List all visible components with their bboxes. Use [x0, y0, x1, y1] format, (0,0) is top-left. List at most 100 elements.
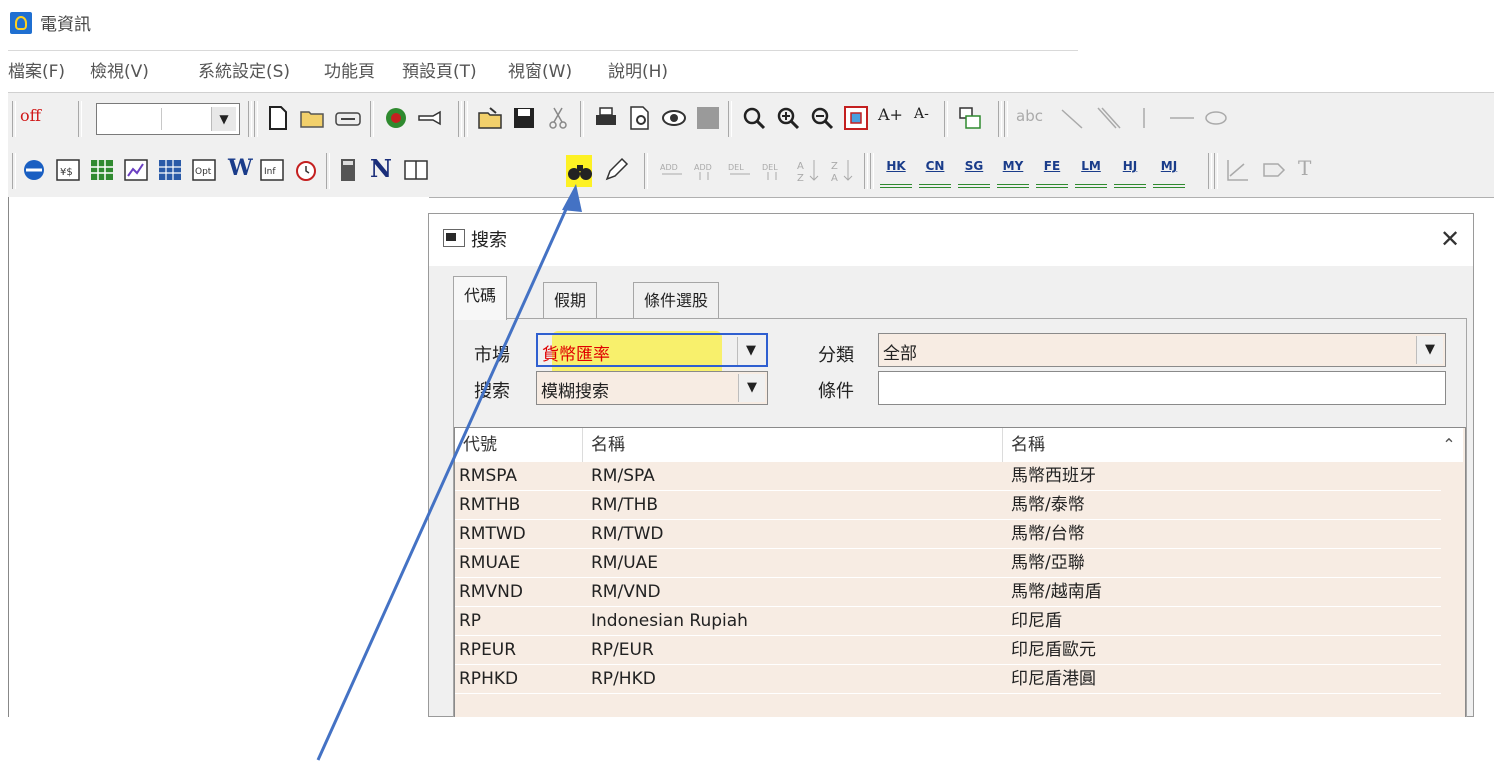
w-button[interactable]: W	[228, 155, 253, 181]
ellipse-icon[interactable]	[1202, 104, 1230, 132]
tab-holiday[interactable]: 假期	[543, 282, 598, 318]
print-icon[interactable]	[592, 104, 620, 132]
table-row[interactable]: RMUAE RM/UAE 馬幣/亞聯	[455, 549, 1441, 578]
table-row[interactable]: RMSPA RM/SPA 馬幣西班牙	[455, 462, 1441, 491]
add-row-icon[interactable]: ADD	[692, 156, 720, 184]
condition-label: 條件	[818, 381, 854, 402]
chevron-down-icon[interactable]: ▼	[1416, 336, 1443, 364]
menu-help[interactable]: 說明(H)	[608, 57, 668, 82]
cell-code: RPEUR	[459, 640, 517, 660]
cell-name-zh: 馬幣/泰幣	[1011, 495, 1085, 515]
news-button[interactable]: N	[370, 154, 392, 183]
menu-window[interactable]: 視窗(W)	[508, 57, 572, 82]
spreadsheet-icon[interactable]	[156, 156, 184, 184]
print-preview-icon[interactable]	[626, 104, 654, 132]
scroll-up-icon[interactable]: ⌃	[1435, 428, 1463, 462]
off-button[interactable]: off	[20, 106, 41, 125]
binoculars-icon[interactable]	[566, 157, 594, 185]
save-icon[interactable]	[510, 104, 538, 132]
menu-function-page[interactable]: 功能頁	[324, 57, 375, 82]
sort-ascending-icon[interactable]: AZ	[794, 156, 822, 184]
calculator-icon[interactable]	[334, 156, 362, 184]
market-button-sg[interactable]: SG	[958, 158, 990, 188]
results-header: 代號 名稱 名稱	[455, 428, 1441, 463]
menu-system-settings[interactable]: 系統設定(S)	[198, 57, 290, 82]
market-select[interactable]: 貨幣匯率 ▼	[536, 333, 768, 367]
chevron-down-icon[interactable]: ▼	[211, 107, 236, 131]
delete-column-icon[interactable]: DEL	[726, 156, 754, 184]
column-header-code[interactable]: 代號	[455, 428, 583, 462]
grid-table-icon[interactable]	[88, 156, 116, 184]
chart-line-icon[interactable]	[1224, 156, 1252, 184]
add-column-icon[interactable]: ADD	[658, 156, 686, 184]
text-tool-button[interactable]: T	[1298, 156, 1311, 180]
robot-icon[interactable]	[382, 104, 410, 132]
grey-block-icon[interactable]	[694, 104, 722, 132]
market-button-hj[interactable]: HJ	[1114, 158, 1146, 188]
category-select[interactable]: 全部 ▼	[878, 333, 1446, 367]
eye-icon[interactable]	[660, 104, 688, 132]
column-header-name-zh[interactable]: 名稱	[1003, 428, 1441, 462]
vertical-line-icon[interactable]	[1130, 104, 1158, 132]
tab-code[interactable]: 代碼	[453, 276, 508, 320]
table-row[interactable]: RMTWD RM/TWD 馬幣/台幣	[455, 520, 1441, 549]
options-icon[interactable]: Opt	[190, 156, 218, 184]
line-draw-icon[interactable]	[1058, 104, 1086, 132]
tab-stock-screener[interactable]: 條件選股	[633, 282, 720, 318]
label-tag-icon[interactable]	[1260, 156, 1288, 184]
font-increase-button[interactable]: A+	[878, 105, 903, 124]
svg-text:Opt: Opt	[195, 167, 212, 177]
browser-icon[interactable]	[20, 156, 48, 184]
market-button-lm[interactable]: LM	[1075, 158, 1107, 188]
delete-row-icon[interactable]: DEL	[760, 156, 788, 184]
open-file-icon[interactable]	[476, 104, 504, 132]
info-window-icon[interactable]: Inf	[258, 156, 286, 184]
market-button-cn[interactable]: CN	[919, 158, 951, 188]
cell-name-zh: 印尼盾港圓	[1011, 669, 1096, 689]
cell-code: RP	[459, 611, 482, 631]
menu-view[interactable]: 檢視(V)	[90, 57, 149, 82]
open-folder-icon[interactable]	[298, 104, 326, 132]
chevron-down-icon[interactable]: ▼	[737, 337, 764, 365]
horizontal-line-icon[interactable]	[1168, 104, 1196, 132]
close-icon[interactable]: ✕	[1435, 224, 1465, 254]
font-decrease-button[interactable]: A-	[914, 106, 929, 122]
search-mode-select[interactable]: 模糊搜索 ▼	[536, 371, 768, 405]
pointer-hand-icon[interactable]	[416, 104, 444, 132]
market-button-mj[interactable]: MJ	[1153, 158, 1185, 188]
pencil-icon[interactable]	[602, 156, 630, 184]
condition-input[interactable]	[878, 371, 1446, 405]
cell-name: RP/EUR	[591, 640, 654, 660]
market-button-hk[interactable]: HK	[880, 158, 912, 188]
menu-preset-page[interactable]: 預設頁(T)	[402, 57, 477, 82]
book-icon[interactable]	[402, 156, 430, 184]
cut-icon[interactable]	[544, 104, 572, 132]
sort-descending-icon[interactable]: ZA	[828, 156, 856, 184]
table-row[interactable]: RMTHB RM/THB 馬幣/泰幣	[455, 491, 1441, 520]
table-row[interactable]: RMVND RM/VND 馬幣/越南盾	[455, 578, 1441, 607]
chart-window-icon[interactable]	[122, 156, 150, 184]
chevron-down-icon[interactable]: ▼	[738, 374, 765, 402]
zoom-out-icon[interactable]	[808, 104, 836, 132]
currency-icon[interactable]: ¥$	[54, 156, 82, 184]
parallel-lines-icon[interactable]	[1094, 104, 1122, 132]
table-row[interactable]: RPEUR RP/EUR 印尼盾歐元	[455, 636, 1441, 665]
market-button-fe[interactable]: FE	[1036, 158, 1068, 188]
cell-name: Indonesian Rupiah	[591, 611, 748, 631]
market-buttons: HK CN SG MY FE LM HJ MJ	[880, 156, 1200, 188]
search-icon[interactable]	[740, 104, 768, 132]
cell-name-zh: 印尼盾歐元	[1011, 640, 1096, 660]
table-row[interactable]: RPHKD RP/HKD 印尼盾港圓	[455, 665, 1441, 694]
fit-window-icon[interactable]	[842, 104, 870, 132]
zoom-in-icon[interactable]	[774, 104, 802, 132]
abc-text-button[interactable]: abc	[1016, 107, 1043, 125]
layout-icon[interactable]	[956, 104, 984, 132]
keyboard-icon[interactable]	[334, 104, 362, 132]
new-document-icon[interactable]	[264, 104, 292, 132]
alarm-clock-icon[interactable]	[292, 156, 320, 184]
column-header-name[interactable]: 名稱	[583, 428, 1003, 462]
menu-file[interactable]: 檔案(F)	[8, 57, 65, 82]
symbol-combo[interactable]: ▼	[96, 103, 240, 135]
table-row[interactable]: RP Indonesian Rupiah 印尼盾	[455, 607, 1441, 636]
market-button-my[interactable]: MY	[997, 158, 1029, 188]
